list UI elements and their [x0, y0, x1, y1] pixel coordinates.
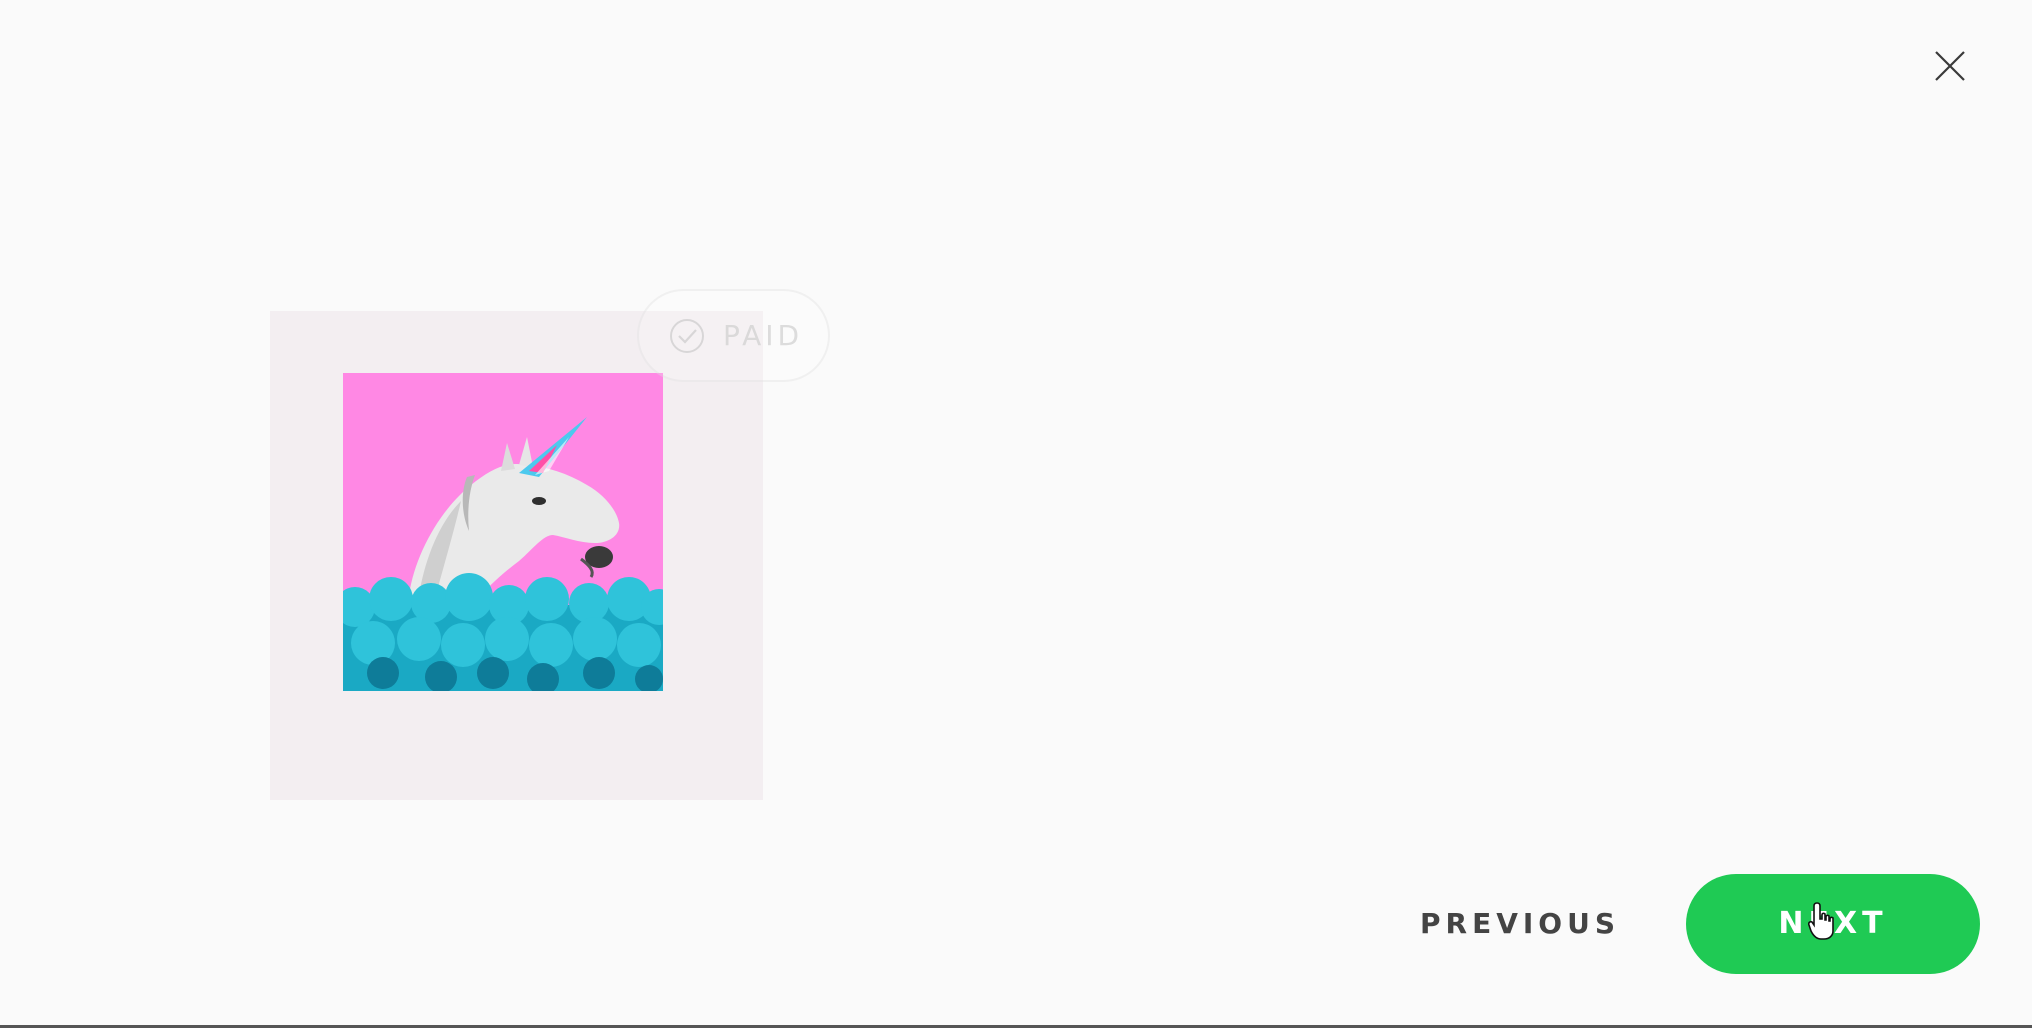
next-button[interactable]: NEXT [1686, 874, 1980, 974]
paid-label: PAID [723, 319, 804, 352]
close-button[interactable] [1930, 46, 1970, 86]
artwork-image [343, 373, 663, 691]
previous-button[interactable]: PREVIOUS [1420, 880, 1615, 968]
artwork-card [270, 311, 763, 800]
unicorn-artwork-icon [343, 373, 663, 691]
close-icon [1935, 51, 1965, 81]
paid-badge: PAID [637, 289, 830, 382]
check-circle-icon [670, 318, 704, 353]
